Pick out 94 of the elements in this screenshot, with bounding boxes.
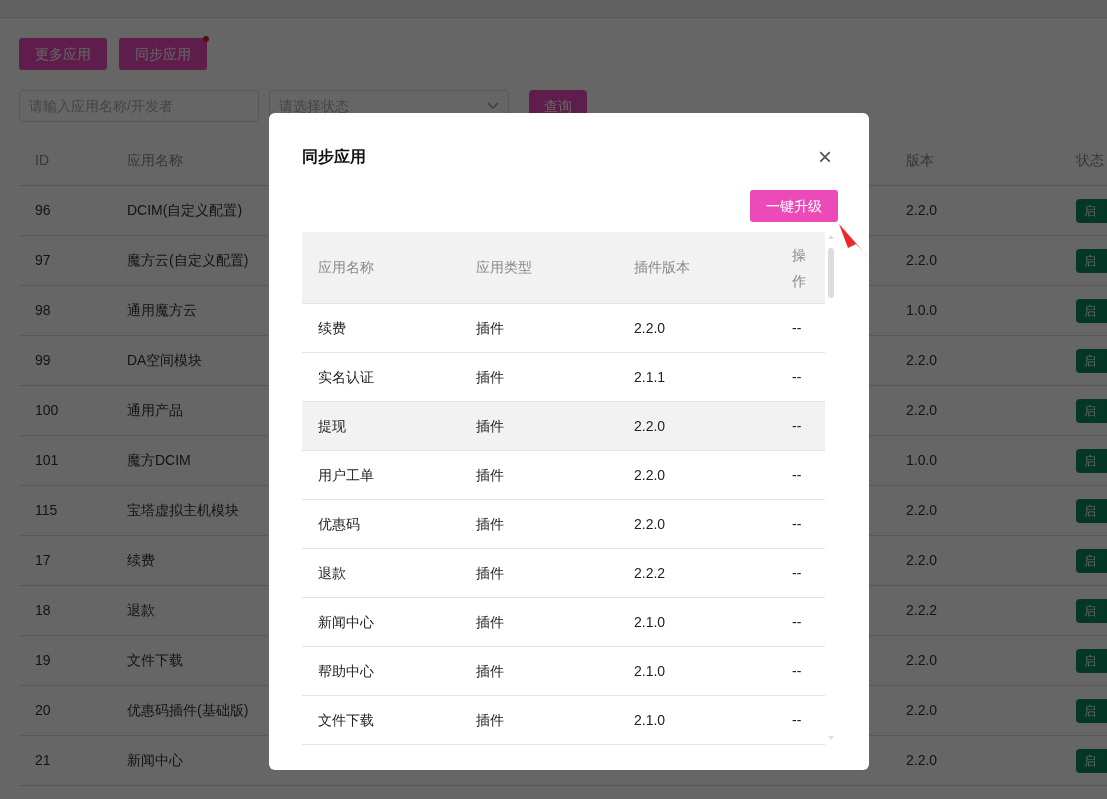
status-tag: 启 (1076, 198, 1107, 223)
status-tag: 启 (1076, 248, 1107, 273)
status-tag: 启 (1076, 598, 1107, 623)
table-cell-text: 插件 (475, 563, 505, 583)
table-cell-text: 2.2.0 (633, 416, 667, 436)
chevron-down-icon (487, 102, 499, 110)
status-tag: 启 (1076, 548, 1107, 573)
table-cell-text: -- (791, 318, 803, 338)
table-cell-text: 2.2.0 (906, 501, 938, 520)
table-cell-text: -- (791, 416, 803, 436)
table-cell-text: 1.0.0 (906, 301, 938, 320)
table-cell-text: 17 (35, 551, 51, 570)
table-cell-text: 插件 (475, 612, 505, 632)
table-cell-text: 续费 (317, 318, 347, 338)
table-cell-text: 用户工单 (317, 465, 375, 485)
table-cell-text: 2.1.1 (633, 367, 667, 387)
table-cell-text: 插件 (475, 710, 505, 730)
table-cell-text: 2.2.0 (906, 651, 938, 670)
table-cell-text: 2.2.0 (633, 465, 667, 485)
table-cell-text: DCIM(自定义配置) (127, 201, 243, 220)
table-cell-text: -- (791, 612, 803, 632)
table-cell-text: 魔方云(自定义配置) (127, 251, 249, 270)
table-cell-text: 插件 (475, 514, 505, 534)
table-cell-text: 新闻中心 (317, 612, 375, 632)
table-cell-text: 退款 (317, 563, 347, 583)
table-cell-text: 98 (35, 301, 51, 320)
table-cell-text: 100 (35, 401, 59, 420)
status-tag: 启 (1076, 298, 1107, 323)
table-cell-text: 插件 (475, 367, 505, 387)
table-cell-text: 2.1.0 (633, 612, 667, 632)
close-button[interactable]: × (818, 145, 832, 169)
dialog-title: 同步应用 (302, 147, 366, 167)
table-cell-text: 2.2.0 (906, 551, 938, 570)
table-cell-text: 1.0.0 (906, 451, 938, 470)
table-cell-text: 115 (35, 501, 58, 520)
table-cell-text: 通用魔方云 (127, 301, 197, 320)
table-cell-text: 魔方DCIM (127, 451, 191, 470)
table-cell-text: 101 (35, 451, 59, 470)
table-cell-text: 新闻中心 (127, 751, 183, 770)
table-cell-text: -- (791, 661, 803, 681)
table-cell-text: -- (791, 563, 803, 583)
table-cell-text: -- (791, 710, 803, 730)
table-cell-text: 2.2.2 (633, 563, 667, 583)
table-cell-text: 退款 (127, 601, 155, 620)
table-cell-text: 18 (35, 601, 51, 620)
table-cell-text: 优惠码 (317, 514, 361, 534)
status-tag: 启 (1076, 648, 1107, 673)
table-cell-text: DA空间模块 (127, 351, 203, 370)
table-cell-text: -- (791, 514, 803, 534)
status-tag: 启 (1076, 748, 1107, 773)
status-tag: 启 (1076, 498, 1107, 523)
table-cell-text: 19 (35, 651, 51, 670)
status-tag: 启 (1076, 398, 1107, 423)
table-cell-text: 2.2.0 (906, 201, 938, 220)
table-cell-text: 通用产品 (127, 401, 183, 420)
column-header: 应用类型 (475, 258, 533, 277)
table-cell-text: 2.2.2 (906, 601, 938, 620)
table-cell-text: 实名认证 (317, 367, 375, 387)
status-tag: 启 (1076, 698, 1107, 723)
table-cell-text: 续费 (127, 551, 155, 570)
table-cell-text: 优惠码插件(基础版) (127, 701, 249, 720)
table-cell-text: 21 (35, 751, 51, 770)
table-cell-text: 插件 (475, 465, 505, 485)
table-cell-text: 96 (35, 201, 51, 220)
table-cell-text: 帮助中心 (317, 661, 375, 681)
status-tag: 启 (1076, 348, 1107, 373)
scroll-down-icon[interactable] (827, 735, 835, 741)
table-cell-text: 插件 (475, 318, 505, 338)
table-cell-text: 文件下载 (317, 710, 375, 730)
table-cell-text: 2.2.0 (906, 701, 938, 720)
scroll-up-icon[interactable] (827, 234, 835, 240)
table-cell-text: 提现 (317, 416, 347, 436)
column-header: 插件版本 (633, 258, 691, 277)
table-cell-text: 2.2.0 (906, 351, 938, 370)
table-cell-text: 宝塔虚拟主机模块 (127, 501, 239, 520)
table-cell-text: 2.2.0 (906, 401, 938, 420)
table-cell-text: 插件 (475, 416, 505, 436)
table-cell-text: 2.2.0 (906, 751, 938, 770)
table-cell-text: 文件下载 (127, 651, 183, 670)
column-header: 操作 (791, 245, 807, 291)
table-cell-text: 20 (35, 701, 51, 720)
table-cell-text: 97 (35, 251, 51, 270)
column-header: 应用名称 (317, 258, 375, 277)
table-cell-text: 2.1.0 (633, 710, 667, 730)
table-row[interactable]: 提现 插件 2.2.0 -- (302, 402, 825, 451)
table-cell-text: 插件 (475, 661, 505, 681)
status-tag: 启 (1076, 448, 1107, 473)
table-cell-text: -- (791, 465, 803, 485)
table-cell-text: 2.2.0 (633, 514, 667, 534)
table-cell-text: 2.2.0 (633, 318, 667, 338)
table-cell-text: -- (791, 367, 803, 387)
table-cell-text: 99 (35, 351, 51, 370)
table-cell-text: 2.2.0 (906, 251, 938, 270)
table-cell-text: 2.1.0 (633, 661, 667, 681)
